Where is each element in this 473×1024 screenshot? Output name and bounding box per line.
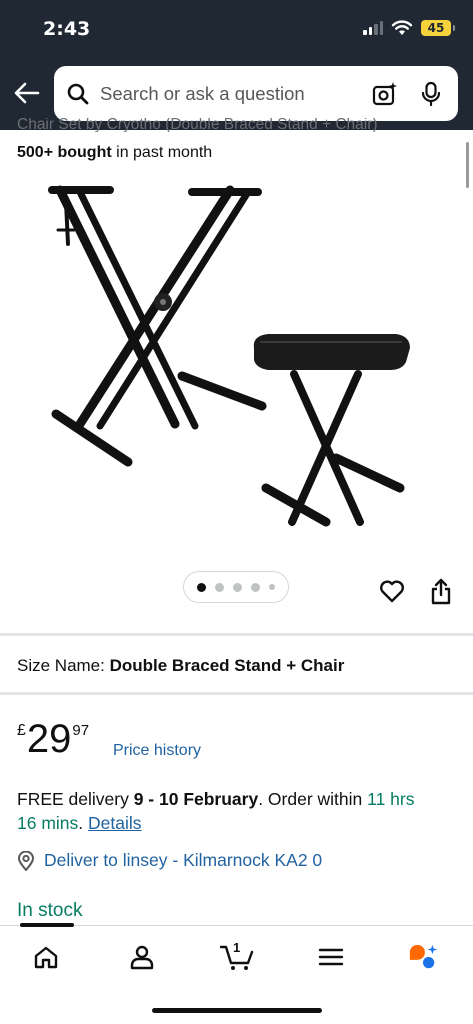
price-fraction: 97 [72,722,90,739]
delivery-free-text: FREE delivery [17,789,134,809]
divider [0,633,473,636]
bought-period: in past month [111,144,213,161]
active-tab-indicator [20,923,74,927]
product-title-truncated: Chair Set by Cryotho (Double Braced Stan… [17,118,378,132]
location-pin-icon [17,850,35,871]
details-link[interactable]: Details [88,813,142,833]
cart-count: 1 [233,940,241,955]
search-input[interactable]: Search or ask a question [100,83,372,105]
heart-icon[interactable] [378,577,406,605]
scrollbar[interactable] [466,142,469,188]
nav-account[interactable] [127,942,157,972]
deliver-to-location[interactable]: Deliver to linsey - Kilmarnock KA2 0 [17,850,322,871]
carousel-dot[interactable] [215,582,224,592]
divider [0,692,473,695]
home-indicator[interactable] [152,1008,322,1013]
size-label: Size Name: [17,656,110,675]
image-carousel-dots[interactable] [183,571,289,603]
rufus-assistant-icon [409,944,438,969]
search-bar[interactable]: Search or ask a question [54,66,458,121]
nav-menu[interactable] [316,942,346,972]
delivery-info: FREE delivery 9 - 10 February. Order wit… [17,787,437,835]
deliver-to-text[interactable]: Deliver to linsey - Kilmarnock KA2 0 [44,850,322,871]
size-selector[interactable]: Size Name: Double Braced Stand + Chair [17,656,344,676]
cellular-signal-icon [363,21,383,35]
menu-icon [318,948,344,966]
price-currency: £ [17,722,26,739]
stock-status: In stock [17,900,83,921]
price-whole: 29 [26,717,72,761]
carousel-dot[interactable] [233,582,242,592]
back-arrow-icon [14,82,40,104]
delivery-order-text: . Order within [258,789,368,809]
wifi-icon [391,20,413,35]
carousel-dot[interactable] [269,584,275,590]
nav-rufus[interactable] [408,942,438,972]
price-history-link[interactable]: Price history [113,742,201,760]
home-icon [34,946,58,969]
nav-cart[interactable]: 1 [219,940,255,972]
carousel-dot-active[interactable] [197,582,206,592]
share-icon[interactable] [429,578,453,606]
top-header: 2:43 45 Search or ask a question [0,0,473,130]
microphone-icon[interactable] [420,81,442,107]
account-icon [130,945,154,970]
bought-count: 500+ bought [17,144,112,161]
delivery-period: . [78,813,89,833]
nav-home[interactable] [31,942,61,972]
product-image[interactable] [30,178,430,544]
back-button[interactable] [12,78,42,108]
search-icon [67,83,89,104]
carousel-dot[interactable] [251,582,260,592]
camera-lens-icon[interactable] [372,81,398,107]
battery-icon: 45 [421,20,455,36]
status-icons: 45 [363,20,455,36]
price: £ 29 97 [17,717,89,761]
delivery-dates: 9 - 10 February [133,789,259,809]
bought-info: 500+ bought in past month [17,144,212,162]
status-time: 2:43 [43,18,91,40]
size-value: Double Braced Stand + Chair [109,656,345,675]
